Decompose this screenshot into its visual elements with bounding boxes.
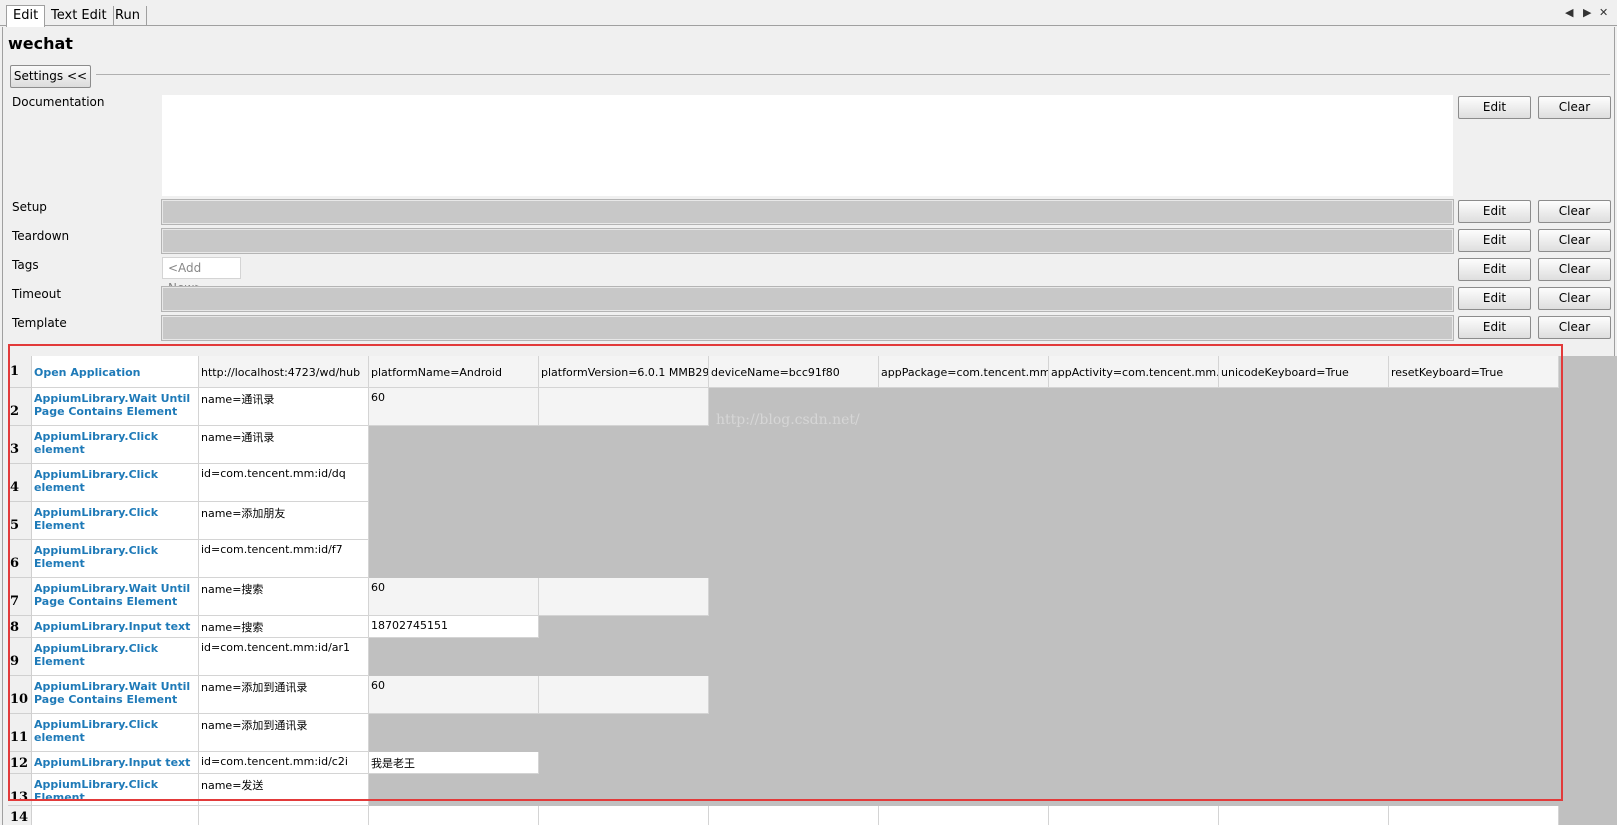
timeout-clear-button[interactable]: Clear [1538, 287, 1611, 310]
argument-cell[interactable]: 60 [369, 578, 539, 616]
setup-field[interactable] [161, 199, 1454, 225]
tab-edit[interactable]: Edit [6, 5, 46, 27]
keyword-cell[interactable]: AppiumLibrary.Click Element [32, 774, 199, 806]
argument-cell[interactable]: name=通讯录 [199, 388, 369, 426]
row-number: 10 [8, 676, 32, 714]
teardown-edit-button[interactable]: Edit [1458, 229, 1531, 252]
settings-divider [96, 74, 1610, 75]
teardown-clear-button[interactable]: Clear [1538, 229, 1611, 252]
keyword-cell[interactable]: AppiumLibrary.Wait Until Page Contains E… [32, 578, 199, 616]
tags-clear-button[interactable]: Clear [1538, 258, 1611, 281]
row-number: 2 [8, 388, 32, 426]
row-number: 13 [8, 774, 32, 806]
argument-cell[interactable] [1219, 806, 1389, 825]
row-number: 9 [8, 638, 32, 676]
page-title: wechat [8, 34, 73, 53]
keyword-cell[interactable] [32, 806, 199, 825]
argument-cell[interactable]: name=搜索 [199, 578, 369, 616]
argument-cell[interactable]: unicodeKeyboard=True [1219, 356, 1389, 388]
argument-cell[interactable] [539, 676, 709, 714]
argument-cell[interactable] [539, 388, 709, 426]
documentation-label: Documentation [12, 95, 105, 109]
keyword-cell[interactable]: AppiumLibrary.Click Element [32, 540, 199, 578]
argument-cell[interactable]: appPackage=com.tencent.mm [879, 356, 1049, 388]
argument-cell[interactable] [1389, 806, 1559, 825]
argument-cell[interactable]: platformVersion=6.0.1 MMB29M [539, 356, 709, 388]
argument-cell[interactable]: 我是老王 [369, 752, 539, 774]
row-number: 14 [8, 806, 32, 825]
argument-cell[interactable] [879, 806, 1049, 825]
setup-clear-button[interactable]: Clear [1538, 200, 1611, 223]
keyword-cell[interactable]: AppiumLibrary.Wait Until Page Contains E… [32, 388, 199, 426]
keyword-cell[interactable]: AppiumLibrary.Click Element [32, 502, 199, 540]
row-number: 7 [8, 578, 32, 616]
setup-edit-button[interactable]: Edit [1458, 200, 1531, 223]
template-clear-button[interactable]: Clear [1538, 316, 1611, 339]
argument-cell[interactable]: name=添加到通讯录 [199, 676, 369, 714]
settings-toggle-button[interactable]: Settings << [10, 65, 91, 88]
keyword-cell[interactable]: Open Application [32, 356, 199, 388]
template-label: Template [12, 316, 67, 330]
scroll-right-icon[interactable]: ▶ [1583, 6, 1591, 19]
argument-cell[interactable]: name=发送 [199, 774, 369, 806]
documentation-field[interactable] [162, 95, 1453, 196]
argument-cell[interactable]: platformName=Android [369, 356, 539, 388]
argument-cell[interactable] [369, 806, 539, 825]
row-number: 12 [8, 752, 32, 774]
argument-cell[interactable] [1049, 806, 1219, 825]
argument-cell[interactable]: name=添加朋友 [199, 502, 369, 540]
argument-cell[interactable]: 60 [369, 676, 539, 714]
argument-cell[interactable]: id=com.tencent.mm:id/dq [199, 464, 369, 502]
argument-cell[interactable] [709, 806, 879, 825]
argument-cell[interactable]: id=com.tencent.mm:id/c2i [199, 752, 369, 774]
row-number: 11 [8, 714, 32, 752]
timeout-field[interactable] [161, 286, 1454, 312]
tab-run[interactable]: Run [109, 6, 147, 26]
argument-cell[interactable]: name=通讯录 [199, 426, 369, 464]
teardown-label: Teardown [12, 229, 70, 243]
argument-cell[interactable]: appActivity=com.tencent.mm.ui.La [1049, 356, 1219, 388]
keyword-cell[interactable]: AppiumLibrary.Wait Until Page Contains E… [32, 676, 199, 714]
argument-cell[interactable] [539, 806, 709, 825]
tags-add-new[interactable]: <Add New> [162, 257, 241, 295]
keyword-cell[interactable]: AppiumLibrary.Click element [32, 714, 199, 752]
argument-cell[interactable] [199, 806, 369, 825]
row-number: 1 [8, 356, 32, 388]
argument-cell[interactable]: name=添加到通讯录 [199, 714, 369, 752]
keyword-cell[interactable]: AppiumLibrary.Input text [32, 752, 199, 774]
template-field[interactable] [161, 315, 1454, 341]
argument-cell[interactable]: deviceName=bcc91f80 [709, 356, 879, 388]
argument-cell[interactable] [539, 578, 709, 616]
timeout-edit-button[interactable]: Edit [1458, 287, 1531, 310]
keyword-cell[interactable]: AppiumLibrary.Click Element [32, 638, 199, 676]
teardown-field[interactable] [161, 228, 1454, 254]
timeout-label: Timeout [12, 287, 62, 301]
argument-cell[interactable]: id=com.tencent.mm:id/f7 [199, 540, 369, 578]
argument-cell[interactable]: name=搜索 [199, 616, 369, 638]
setup-label: Setup [12, 200, 47, 214]
keyword-cell[interactable]: AppiumLibrary.Click element [32, 426, 199, 464]
argument-cell[interactable]: 18702745151 [369, 616, 539, 638]
watermark: http://blog.csdn.net/ [716, 412, 860, 428]
argument-cell[interactable]: http://localhost:4723/wd/hub [199, 356, 369, 388]
scroll-left-icon[interactable]: ◀ [1565, 6, 1573, 19]
documentation-edit-button[interactable]: Edit [1458, 96, 1531, 119]
row-number: 5 [8, 502, 32, 540]
row-number: 3 [8, 426, 32, 464]
row-number: 4 [8, 464, 32, 502]
close-icon[interactable]: ✕ [1599, 6, 1608, 19]
tab-bar: Edit Text Edit Run ◀ ▶ ✕ [0, 0, 1617, 27]
keyword-cell[interactable]: AppiumLibrary.Click element [32, 464, 199, 502]
tags-edit-button[interactable]: Edit [1458, 258, 1531, 281]
tags-label: Tags [12, 258, 39, 272]
documentation-clear-button[interactable]: Clear [1538, 96, 1611, 119]
argument-cell[interactable]: 60 [369, 388, 539, 426]
argument-cell[interactable]: resetKeyboard=True [1389, 356, 1559, 388]
argument-cell[interactable]: id=com.tencent.mm:id/ar1 [199, 638, 369, 676]
keyword-cell[interactable]: AppiumLibrary.Input text [32, 616, 199, 638]
row-number: 8 [8, 616, 32, 638]
tab-text-edit[interactable]: Text Edit [45, 6, 114, 26]
row-number: 6 [8, 540, 32, 578]
template-edit-button[interactable]: Edit [1458, 316, 1531, 339]
